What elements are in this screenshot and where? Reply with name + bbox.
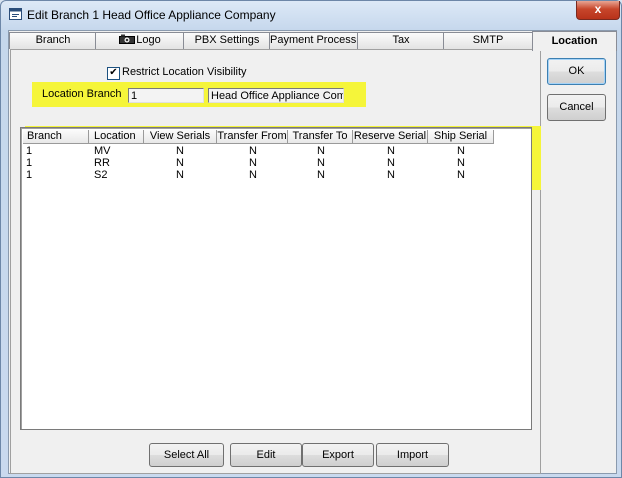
location-grid[interactable]: Branch Location View Serials Transfer Fr… bbox=[20, 127, 532, 430]
column-header-ship-serial[interactable]: Ship Serial bbox=[428, 130, 494, 144]
tab-tax[interactable]: Tax bbox=[357, 32, 445, 49]
cell-view-serials: N bbox=[176, 145, 184, 157]
tab-label: Location bbox=[551, 35, 598, 47]
cell-transfer-from: N bbox=[249, 145, 257, 157]
cell-reserve-serial: N bbox=[387, 157, 395, 169]
column-header-transfer-to[interactable]: Transfer To bbox=[288, 130, 353, 144]
column-header-location[interactable]: Location bbox=[89, 130, 144, 144]
close-button[interactable]: x bbox=[576, 1, 620, 20]
cell-branch: 1 bbox=[26, 145, 33, 157]
camera-icon bbox=[119, 34, 136, 44]
cell-transfer-from: N bbox=[249, 169, 257, 181]
edit-button[interactable]: Edit bbox=[230, 443, 302, 467]
cell-transfer-to: N bbox=[317, 157, 325, 169]
restrict-visibility-checkbox[interactable]: ✔ bbox=[107, 67, 120, 80]
cell-transfer-from: N bbox=[249, 157, 257, 169]
title-bar[interactable]: Edit Branch 1 Head Office Appliance Comp… bbox=[1, 1, 621, 29]
cell-location: S2 bbox=[94, 169, 108, 181]
dialog-client: Branch Logo PBX Settings Payment Process… bbox=[8, 30, 617, 474]
cell-view-serials: N bbox=[176, 157, 184, 169]
cell-transfer-to: N bbox=[317, 169, 325, 181]
column-header-branch[interactable]: Branch bbox=[23, 130, 89, 144]
tab-location[interactable]: Location bbox=[532, 31, 617, 51]
select-all-button[interactable]: Select All bbox=[149, 443, 224, 467]
column-header-reserve-serial[interactable]: Reserve Serial bbox=[353, 130, 428, 144]
tab-label: Branch bbox=[35, 34, 71, 46]
restrict-visibility-label: Restrict Location Visibility bbox=[122, 66, 247, 78]
window-title: Edit Branch 1 Head Office Appliance Comp… bbox=[27, 8, 276, 22]
tab-logo[interactable]: Logo bbox=[95, 32, 185, 49]
cell-view-serials: N bbox=[176, 169, 184, 181]
cell-branch: 1 bbox=[26, 169, 33, 181]
cell-ship-serial: N bbox=[457, 145, 465, 157]
cell-ship-serial: N bbox=[457, 157, 465, 169]
tab-smtp[interactable]: SMTP bbox=[443, 32, 533, 49]
checkmark-icon: ✔ bbox=[109, 67, 118, 78]
tab-pbx-settings[interactable]: PBX Settings bbox=[183, 32, 271, 49]
ok-button[interactable]: OK bbox=[547, 58, 606, 85]
tab-label: Logo bbox=[136, 34, 161, 46]
cell-transfer-to: N bbox=[317, 145, 325, 157]
export-button[interactable]: Export bbox=[302, 443, 374, 467]
close-icon: x bbox=[594, 2, 602, 16]
cell-ship-serial: N bbox=[457, 169, 465, 181]
cell-reserve-serial: N bbox=[387, 145, 395, 157]
location-branch-label: Location Branch bbox=[42, 88, 122, 100]
location-branch-input[interactable]: 1 bbox=[128, 88, 204, 103]
app-icon bbox=[9, 8, 22, 20]
tab-branch[interactable]: Branch bbox=[9, 32, 97, 49]
column-header-transfer-from[interactable]: Transfer From bbox=[217, 130, 288, 144]
cell-branch: 1 bbox=[26, 157, 33, 169]
tab-label: Tax bbox=[392, 34, 410, 46]
tab-label: Payment Processing bbox=[270, 34, 358, 46]
tab-strip: Branch Logo PBX Settings Payment Process… bbox=[9, 31, 617, 51]
cell-location: MV bbox=[94, 145, 111, 157]
tab-payment-processing[interactable]: Payment Processing bbox=[269, 32, 359, 49]
tab-label: SMTP bbox=[472, 34, 504, 46]
cancel-button[interactable]: Cancel bbox=[547, 94, 606, 121]
cell-location: RR bbox=[94, 157, 110, 169]
column-header-view-serials[interactable]: View Serials bbox=[144, 130, 217, 144]
tab-label: PBX Settings bbox=[194, 34, 260, 46]
import-button[interactable]: Import bbox=[376, 443, 449, 467]
cell-reserve-serial: N bbox=[387, 169, 395, 181]
dialog-window: Edit Branch 1 Head Office Appliance Comp… bbox=[0, 0, 622, 478]
branch-name-field: Head Office Appliance Compa bbox=[208, 88, 344, 103]
location-panel: ✔ Restrict Location Visibility Location … bbox=[10, 49, 541, 474]
